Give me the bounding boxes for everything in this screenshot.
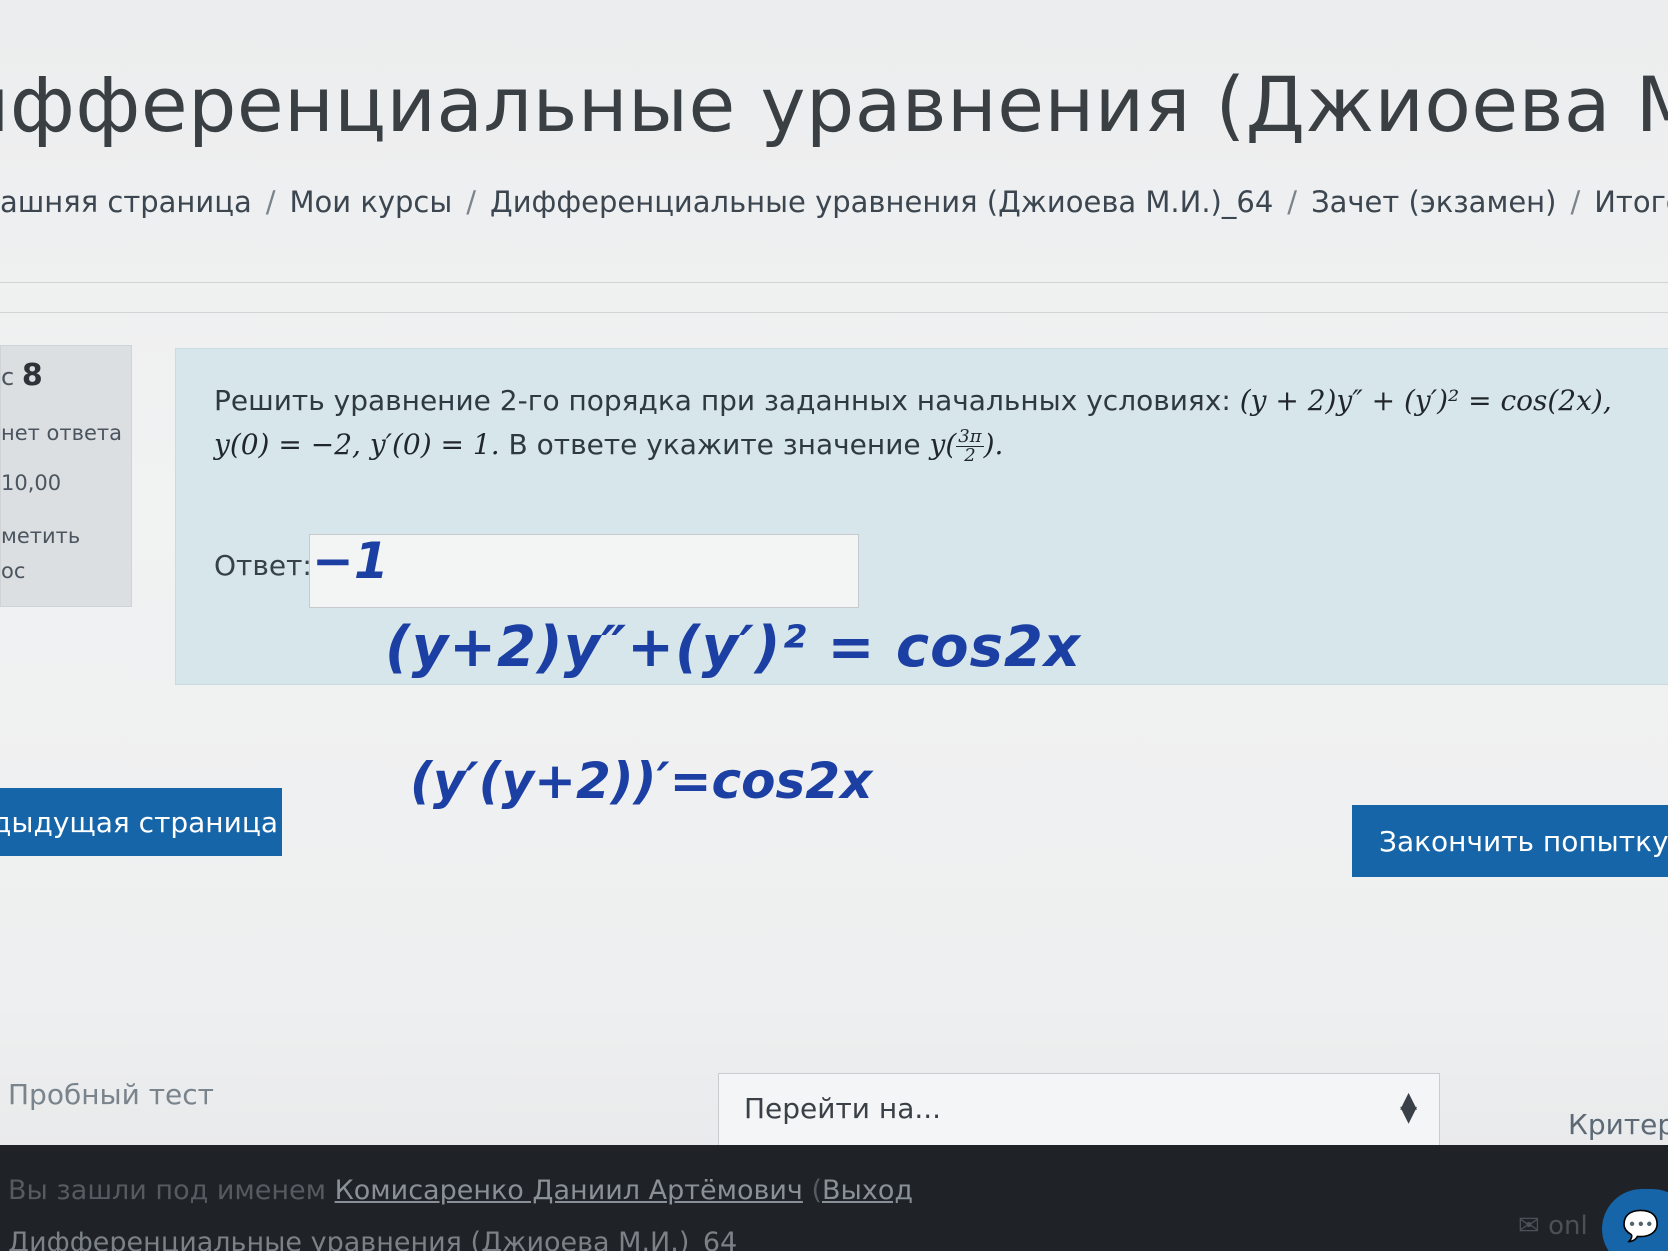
breadcrumb-home[interactable]: ашняя страница bbox=[0, 185, 252, 219]
chat-icon: 💬 bbox=[1622, 1209, 1660, 1244]
jump-to-select[interactable]: Перейти на... ▲ ▼ bbox=[718, 1073, 1440, 1147]
question-number: с 8 bbox=[1, 358, 43, 393]
breadcrumb: ашняя страница / Мои курсы / Дифференциальны… bbox=[0, 185, 1668, 219]
answer-input[interactable] bbox=[309, 534, 859, 608]
breadcrumb-quiz[interactable]: Итоговый тес bbox=[1594, 185, 1668, 219]
handwritten-equation-line1: (y+2)y″+(y′)² = cos2x bbox=[385, 615, 1082, 680]
footer-course-link[interactable]: Дифференциальные уравнения (Джиоева М.И.… bbox=[8, 1227, 737, 1251]
breadcrumb-separator: / bbox=[466, 185, 477, 219]
mail-icon: ✉ bbox=[1518, 1211, 1540, 1241]
question-text-part1: Решить уравнение 2-го порядка при заданн… bbox=[214, 384, 1240, 417]
online-users-label: onl bbox=[1548, 1211, 1588, 1241]
chat-button[interactable]: 💬 bbox=[1602, 1189, 1668, 1251]
previous-page-button-label: дыдущая страница bbox=[0, 805, 279, 839]
question-state: нет ответа bbox=[1, 421, 123, 445]
question-text: Решить уравнение 2-го порядка при заданн… bbox=[214, 379, 1612, 467]
answer-label: Ответ: bbox=[214, 549, 312, 582]
select-arrows-icon: ▲ ▼ bbox=[1400, 1088, 1417, 1127]
flag-question-link-cont[interactable]: ос bbox=[1, 559, 25, 583]
next-activity-link[interactable]: Критер bbox=[1568, 1108, 1668, 1141]
handwritten-equation-line2: (y′(y+2))′=cos2x bbox=[410, 752, 873, 810]
jump-to-select-value: Перейти на... bbox=[744, 1092, 942, 1125]
online-users: ✉ onl bbox=[1518, 1211, 1588, 1241]
breadcrumb-separator: / bbox=[1287, 185, 1298, 219]
divider bbox=[0, 312, 1668, 313]
target-fraction: 3π 2 bbox=[956, 425, 984, 466]
question-number-value: 8 bbox=[21, 358, 43, 393]
course-title: ифференциальные уравнения (Джиоева М.И.) bbox=[0, 60, 1668, 149]
breadcrumb-separator: / bbox=[1570, 185, 1581, 219]
target-suffix: ). bbox=[983, 428, 1004, 461]
question-number-prefix: с bbox=[1, 363, 15, 391]
breadcrumb-separator: / bbox=[265, 185, 276, 219]
question-initial-conditions: y(0) = −2, y′(0) = 1. bbox=[214, 428, 500, 461]
flag-question-link[interactable]: метить bbox=[1, 524, 80, 548]
previous-page-button[interactable]: дыдущая страница bbox=[0, 788, 282, 856]
login-info-prefix: Вы зашли под именем bbox=[8, 1175, 335, 1206]
target-fraction-numerator: 3π bbox=[956, 425, 984, 447]
user-profile-link[interactable]: Комисаренко Даниил Артёмович bbox=[335, 1175, 803, 1206]
question-equation: (y + 2)y″ + (y′)² = cos(2x), bbox=[1239, 384, 1612, 417]
logout-open-paren: ( bbox=[802, 1175, 822, 1206]
finish-attempt-button-label: Закончить попытку... bbox=[1379, 824, 1668, 858]
handwritten-answer: −1 bbox=[312, 532, 389, 590]
previous-activity-link[interactable]: Пробный тест bbox=[8, 1078, 214, 1111]
breadcrumb-section[interactable]: Зачет (экзамен) bbox=[1311, 185, 1556, 219]
target-fraction-denominator: 2 bbox=[964, 444, 976, 466]
logout-link[interactable]: Выход bbox=[822, 1175, 913, 1206]
login-info: Вы зашли под именем Комисаренко Даниил А… bbox=[8, 1175, 913, 1206]
finish-attempt-button[interactable]: Закончить попытку... bbox=[1352, 805, 1668, 877]
target-prefix: y( bbox=[929, 428, 957, 461]
question-text-part2: В ответе укажите значение bbox=[499, 428, 930, 461]
question-mark: 10,00 bbox=[1, 471, 62, 495]
breadcrumb-course[interactable]: Дифференциальные уравнения (Джиоева М.И.… bbox=[490, 185, 1273, 219]
question-info-panel: с 8 нет ответа 10,00 метить ос bbox=[0, 345, 132, 607]
quiz-page: ифференциальные уравнения (Джиоева М.И.)… bbox=[0, 0, 1668, 1251]
footer: Вы зашли под именем Комисаренко Даниил А… bbox=[0, 1145, 1668, 1251]
breadcrumb-my-courses[interactable]: Мои курсы bbox=[290, 185, 453, 219]
divider bbox=[0, 282, 1668, 283]
